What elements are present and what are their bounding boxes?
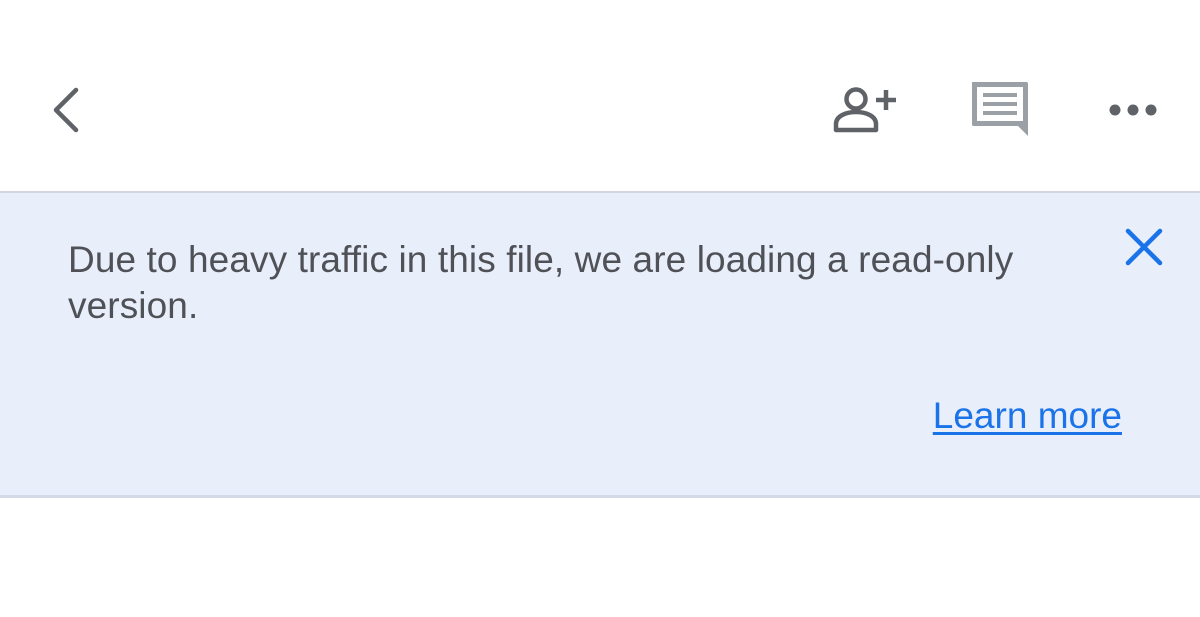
learn-more-link[interactable]: Learn more: [933, 393, 1122, 439]
close-banner-button[interactable]: [1118, 221, 1170, 273]
close-icon: [1125, 228, 1163, 266]
share-button[interactable]: [826, 80, 906, 140]
banner-message: Due to heavy traffic in this file, we ar…: [68, 239, 1014, 326]
chevron-left-icon: [53, 87, 79, 133]
comment-icon: [972, 82, 1028, 136]
top-toolbar: [0, 0, 1200, 193]
more-options-button[interactable]: [1100, 90, 1166, 130]
person-add-icon: [833, 87, 896, 133]
read-only-notice-banner: Due to heavy traffic in this file, we ar…: [0, 193, 1200, 498]
document-content-area: [0, 498, 1200, 617]
comments-button[interactable]: [962, 74, 1038, 144]
back-button[interactable]: [40, 80, 96, 140]
more-horizontal-icon: [1109, 104, 1157, 116]
